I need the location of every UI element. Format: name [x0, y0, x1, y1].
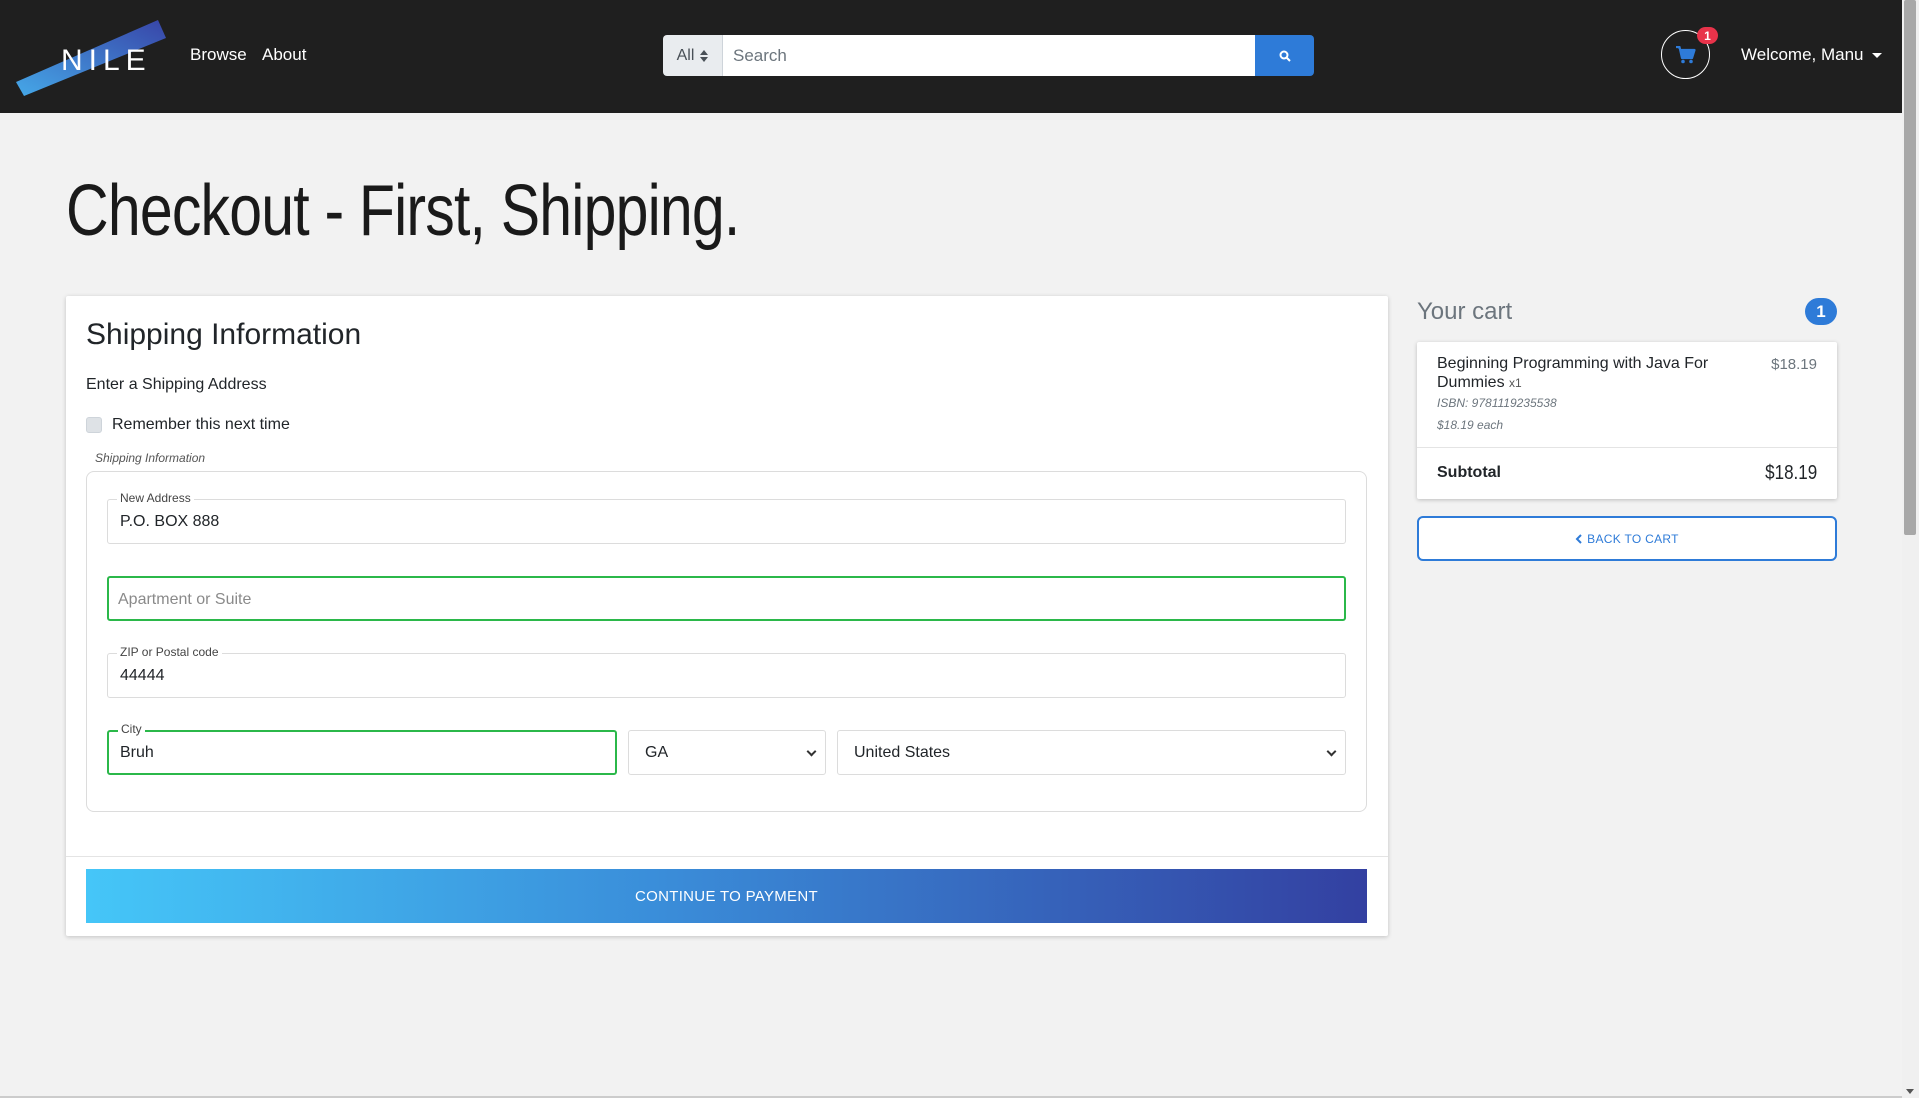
city-label: City	[118, 722, 145, 736]
cart-count-badge: 1	[1697, 27, 1718, 44]
zip-value: 44444	[120, 667, 165, 684]
shipping-card: Shipping Information Enter a Shipping Ad…	[66, 296, 1388, 936]
shipping-fieldset: New Address P.O. BOX 888 Apartment or Su…	[86, 471, 1367, 812]
subtotal-label: Subtotal	[1437, 464, 1501, 481]
caret-down-icon	[1871, 52, 1882, 58]
zip-field[interactable]: ZIP or Postal code 44444	[107, 645, 1346, 698]
welcome-text: Welcome, Manu	[1741, 45, 1864, 64]
city-field[interactable]: City Bruh	[107, 722, 617, 775]
country-select[interactable]: United States	[837, 730, 1346, 775]
nav-about-link[interactable]: About	[262, 45, 306, 65]
cart-item-count-badge: 1	[1805, 298, 1837, 325]
chevron-down-icon	[1326, 746, 1337, 757]
search-category-select[interactable]: All	[663, 35, 723, 76]
cart-title: Your cart	[1417, 298, 1513, 325]
remember-checkbox[interactable]	[86, 417, 102, 433]
sort-arrows-icon	[700, 49, 709, 62]
search-icon	[1279, 50, 1291, 62]
city-value: Bruh	[120, 744, 154, 761]
scroll-down-arrow-icon[interactable]	[1906, 1089, 1914, 1094]
search-button[interactable]	[1255, 35, 1314, 76]
chevron-down-icon	[806, 746, 817, 757]
shopping-cart-icon	[1675, 45, 1696, 63]
cart-item-qty: x1	[1509, 376, 1522, 390]
remember-checkbox-row[interactable]: Remember this next time	[86, 416, 290, 434]
user-menu-dropdown[interactable]: Welcome, Manu	[1741, 45, 1882, 65]
fieldset-legend: Shipping Information	[95, 451, 206, 465]
nile-logo[interactable]: NILE	[14, 18, 168, 96]
cart-item-name: Beginning Programming with Java For Dumm…	[1437, 354, 1737, 393]
address-value: P.O. BOX 888	[120, 513, 220, 530]
state-value: GA	[645, 744, 669, 761]
cart-list: Beginning Programming with Java For Dumm…	[1417, 342, 1837, 499]
shipping-card-title: Shipping Information	[86, 318, 362, 351]
address-field[interactable]: New Address P.O. BOX 888	[107, 491, 1346, 544]
address-label: New Address	[117, 491, 194, 505]
search-input[interactable]: Search	[723, 35, 1255, 76]
nav-browse-link[interactable]: Browse	[190, 45, 247, 65]
state-select[interactable]: GA	[628, 730, 826, 775]
cart-divider	[1417, 447, 1837, 448]
cart-item-isbn: ISBN: 9781119235538	[1437, 396, 1557, 410]
search-category-value: All	[676, 46, 695, 64]
card-divider	[66, 856, 1388, 857]
vertical-scrollbar[interactable]	[1902, 0, 1919, 1098]
continue-to-payment-button[interactable]: CONTINUE TO PAYMENT	[86, 869, 1367, 923]
scrollbar-thumb[interactable]	[1904, 0, 1916, 535]
remember-label: Remember this next time	[112, 416, 290, 433]
cart-item-price: $18.19	[1771, 356, 1817, 373]
chevron-left-icon	[1575, 533, 1582, 544]
zip-label: ZIP or Postal code	[117, 645, 222, 659]
cart-item-each-price: $18.19 each	[1437, 418, 1504, 432]
search-bar: All Search	[663, 35, 1314, 76]
back-to-cart-label: BACK TO CART	[1587, 531, 1679, 546]
search-placeholder: Search	[733, 45, 787, 65]
country-value: United States	[854, 744, 951, 761]
apartment-placeholder: Apartment or Suite	[118, 591, 252, 608]
logo-text: NILE	[61, 44, 152, 77]
apartment-field[interactable]: Apartment or Suite	[107, 576, 1346, 621]
page-title: Checkout - First, Shipping.	[66, 171, 740, 251]
back-to-cart-button[interactable]: BACK TO CART	[1417, 516, 1837, 561]
cart-item-title: Beginning Programming with Java For Dumm…	[1437, 355, 1709, 391]
navbar: NILE Browse About All Search 1 Welcome, …	[0, 0, 1902, 113]
subtotal-value: $18.19	[1765, 462, 1817, 484]
shipping-subtitle: Enter a Shipping Address	[86, 376, 267, 393]
